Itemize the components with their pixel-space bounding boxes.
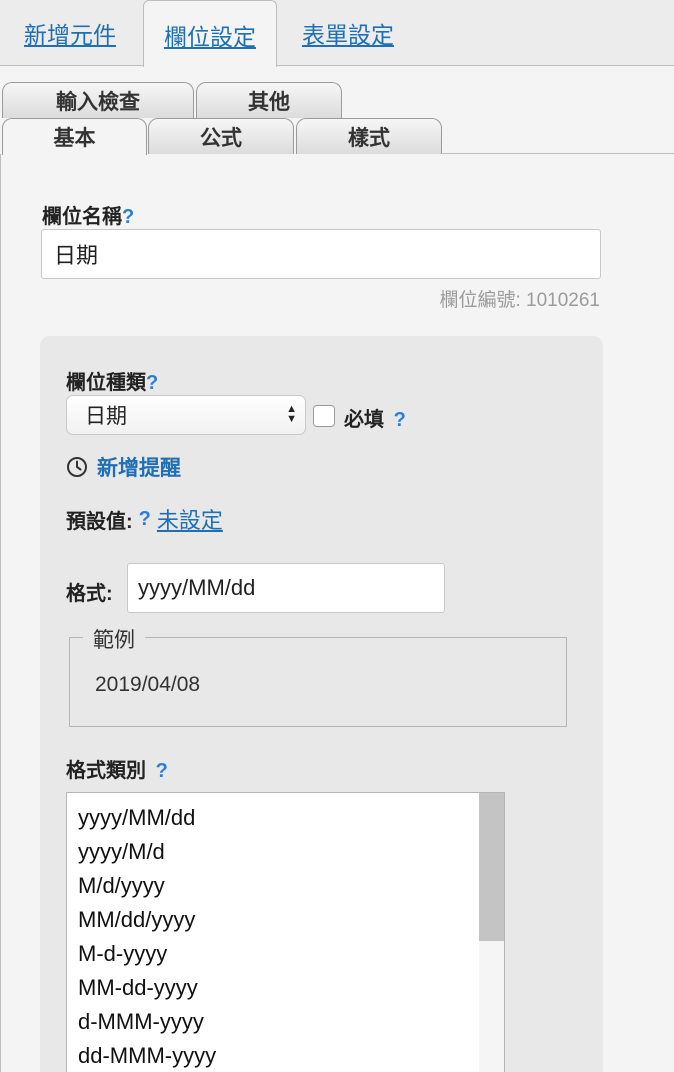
field-type-select[interactable]: 日期 ▲ ▼ xyxy=(66,395,306,435)
subtab-baseline xyxy=(440,153,674,154)
format-input[interactable]: yyyy/MM/dd xyxy=(127,563,445,613)
list-item[interactable]: yyyy/MM/dd xyxy=(67,801,504,835)
listbox-scrollbar[interactable] xyxy=(479,793,504,1072)
scrollbar-thumb[interactable] xyxy=(479,793,504,941)
subtab-style[interactable]: 樣式 xyxy=(296,118,442,154)
format-category-listbox[interactable]: yyyy/MM/dd yyyy/M/d M/d/yyyy MM/dd/yyyy … xyxy=(66,792,505,1072)
list-item[interactable]: M-d-yyyy xyxy=(67,937,504,971)
list-item[interactable]: MM-dd-yyyy xyxy=(67,971,504,1005)
tab-form-settings[interactable]: 表單設定 xyxy=(280,0,416,66)
field-type-label: 欄位種類? xyxy=(66,372,159,394)
example-value: 2019/04/08 xyxy=(95,673,201,696)
format-category-help-icon[interactable]: ? xyxy=(156,760,168,782)
clock-icon xyxy=(67,457,87,477)
example-legend: 範例 xyxy=(83,624,145,654)
list-item[interactable]: d-MMM-yyyy xyxy=(67,1005,504,1039)
field-type-help-icon[interactable]: ? xyxy=(146,372,158,394)
required-label: 必填 ? xyxy=(344,409,406,431)
default-value-row: 預設值: ? 未設定 xyxy=(66,503,223,535)
list-item[interactable]: yyyy/M/d xyxy=(67,835,504,869)
tab-field-settings[interactable]: 欄位設定 xyxy=(143,0,277,67)
required-checkbox[interactable] xyxy=(313,405,335,427)
top-tab-bar: 新增元件 欄位設定 表單設定 xyxy=(0,0,674,67)
field-name-help-icon[interactable]: ? xyxy=(122,206,134,228)
default-value-link[interactable]: 未設定 xyxy=(157,503,223,535)
required-help-icon[interactable]: ? xyxy=(394,409,406,431)
field-name-input[interactable]: 日期 xyxy=(41,229,601,279)
format-category-label: 格式類別 ? xyxy=(66,760,168,782)
subtab-other[interactable]: 其他 xyxy=(196,82,342,118)
list-item[interactable]: M/d/yyyy xyxy=(67,869,504,903)
default-value-help-icon[interactable]: ? xyxy=(139,508,151,531)
list-item[interactable]: dd-MMM-yyyy xyxy=(67,1039,504,1072)
add-reminder-link[interactable]: 新增提醒 xyxy=(66,452,181,482)
list-item[interactable]: MM/dd/yyyy xyxy=(67,903,504,937)
field-number: 欄位編號: 1010261 xyxy=(439,290,600,311)
subtab-basic[interactable]: 基本 xyxy=(2,118,147,155)
subtab-formula[interactable]: 公式 xyxy=(148,118,294,154)
tab-add-component[interactable]: 新增元件 xyxy=(0,0,140,66)
content-left-border xyxy=(0,154,1,1072)
subtab-input-check[interactable]: 輸入檢查 xyxy=(2,82,194,118)
select-arrows-icon: ▲ ▼ xyxy=(286,403,297,425)
default-value-label: 預設值: xyxy=(66,510,133,533)
field-name-label: 欄位名稱? xyxy=(42,206,135,228)
format-label: 格式: xyxy=(66,583,113,605)
